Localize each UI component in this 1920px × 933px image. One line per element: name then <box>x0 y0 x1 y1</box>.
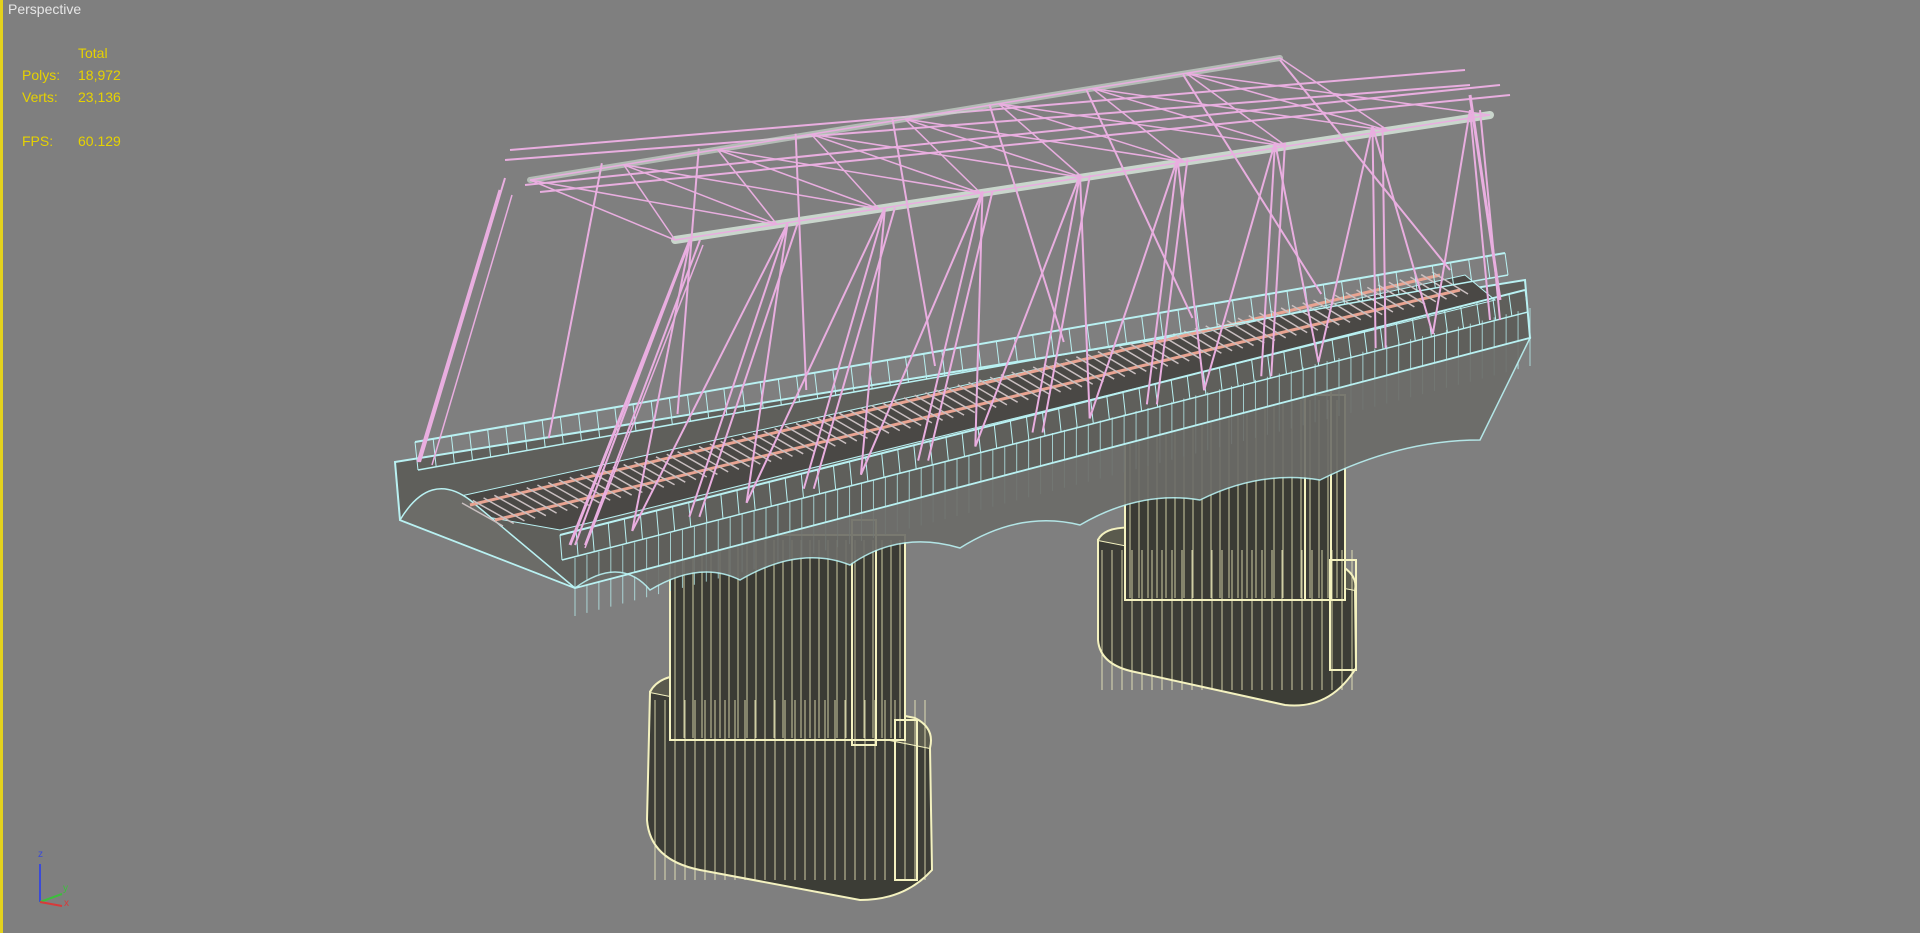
verts-label: Verts: <box>22 89 58 105</box>
axis-gizmo: z y x <box>30 850 80 910</box>
bridge-model-wireframe[interactable] <box>0 0 1920 933</box>
bridge-deck <box>393 274 1532 616</box>
verts-value: 23,136 <box>78 89 121 105</box>
viewport-label[interactable]: Perspective <box>8 0 81 18</box>
fps-label: FPS: <box>22 133 54 149</box>
perspective-viewport[interactable]: Perspective Total Polys: 18,972 Verts: 2… <box>0 0 1920 933</box>
axis-y-label: y <box>63 883 68 894</box>
pier-front <box>645 519 934 902</box>
fps-value: 60.129 <box>78 133 121 149</box>
axis-x-label: x <box>64 898 69 909</box>
axis-z-label: z <box>38 849 43 860</box>
polys-value: 18,972 <box>78 67 121 83</box>
stats-header: Total <box>78 45 108 61</box>
statistics-overlay: Total Polys: 18,972 Verts: 23,136 FPS: 6… <box>22 44 158 154</box>
polys-label: Polys: <box>22 67 61 83</box>
